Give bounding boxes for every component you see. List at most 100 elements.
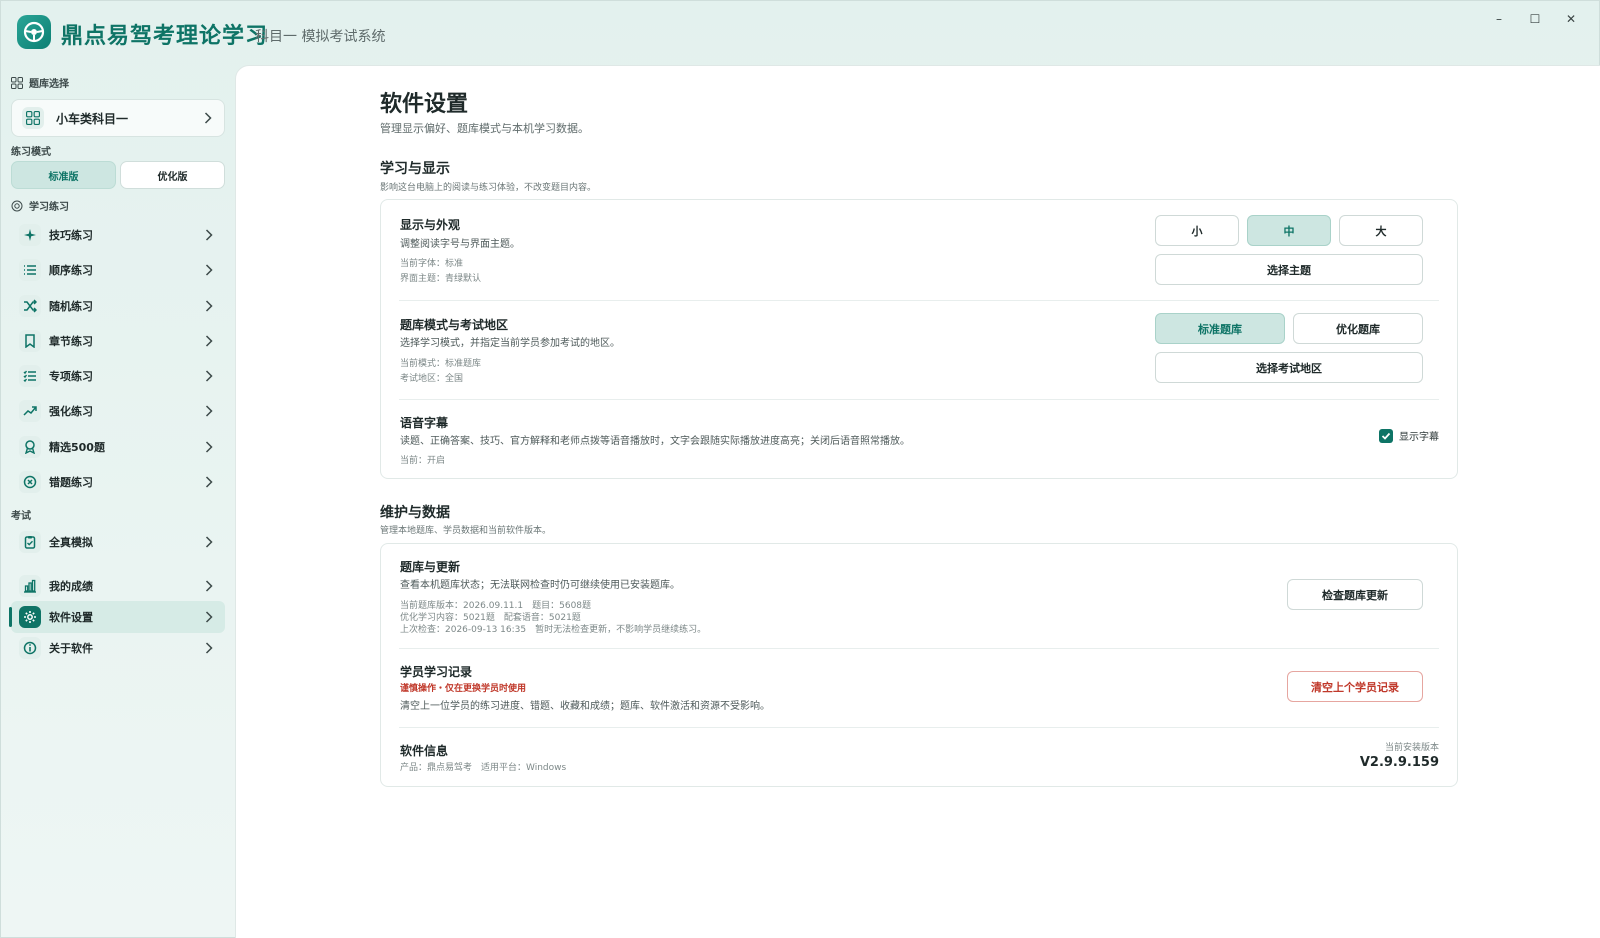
sidebar-item-wrong-practice[interactable]: 错题练习 (11, 466, 225, 498)
chevron-right-icon (205, 441, 213, 453)
bank-mode-exam-region: 考试地区：全国 (400, 374, 464, 384)
sidebar-item-chapter-practice[interactable]: 章节练习 (11, 325, 225, 357)
learning-display-card: 显示与外观 调整阅读字号与界面主题。 当前字体：标准 界面主题：青绿默认 小 中… (380, 199, 1458, 479)
bank-update-description: 查看本机题库状态；无法联网检查时仍可继续使用已安装题库。 (400, 580, 680, 591)
display-current-font: 当前字体：标准 (400, 259, 464, 269)
bank-update-title: 题库与更新 (400, 560, 461, 574)
grid-icon (22, 107, 44, 129)
exam-section-title: 考试 (11, 511, 31, 522)
sidebar-item-my-scores[interactable]: 我的成绩 (11, 570, 225, 602)
sidebar-item-label: 专项练习 (49, 370, 93, 383)
show-subtitles-toggle[interactable]: 显示字幕 (1379, 428, 1439, 443)
sidebar-item-full-mock[interactable]: 全真模拟 (11, 526, 225, 558)
chevron-right-icon (205, 229, 213, 241)
sidebar-item-label: 全真模拟 (49, 536, 93, 549)
sidebar-item-special-practice[interactable]: 专项练习 (11, 360, 225, 392)
chevron-right-icon (205, 476, 213, 488)
section-maintenance-description: 管理本地题库、学员数据和当前软件版本。 (380, 526, 552, 536)
sidebar-item-label: 我的成绩 (49, 580, 93, 593)
sidebar-item-label: 强化练习 (49, 405, 93, 418)
font-size-medium-button[interactable]: 中 (1247, 215, 1331, 246)
section-learning-display-title: 学习与显示 (380, 161, 450, 177)
mode-section-title: 练习模式 (11, 147, 51, 158)
section-learning-display-description: 影响这台电脑上的阅读与练习体验，不改变题目内容。 (380, 183, 597, 193)
sidebar-item-random-practice[interactable]: 随机练习 (11, 290, 225, 322)
award-icon (19, 436, 41, 458)
gear-icon (19, 606, 41, 628)
practice-mode-toggle: 标准版 优化版 (11, 161, 225, 189)
bank-mode-description: 选择学习模式，并指定当前学员参加考试的地区。 (400, 338, 620, 349)
page-title: 软件设置 (380, 92, 469, 117)
sidebar-item-sequential-practice[interactable]: 顺序练习 (11, 254, 225, 286)
sidebar-item-label: 关于软件 (49, 642, 93, 655)
app-window: 鼎点易驾考理论学习 科目一 模拟考试系统 – ☐ ✕ 题库选择 小车类科目一 练… (0, 0, 1600, 938)
target-icon (11, 200, 23, 211)
student-records-description: 清空上一位学员的练习进度、错题、收藏和成绩；题库、软件激活和资源不受影响。 (400, 701, 770, 712)
checkbox-checked-icon[interactable] (1379, 428, 1393, 443)
bank-section-label: 题库选择 (29, 79, 69, 90)
subtitles-current-state: 当前：开启 (400, 456, 446, 466)
bank-mode-title: 题库模式与考试地区 (400, 318, 509, 332)
installed-version-value: V2.9.9.159 (1359, 755, 1439, 770)
installed-version-label: 当前安装版本 (1384, 743, 1439, 753)
sidebar-item-skill-practice[interactable]: 技巧练习 (11, 219, 225, 251)
mode-standard-button[interactable]: 标准版 (11, 161, 116, 189)
sidebar-item-label: 章节练习 (49, 335, 93, 348)
close-button[interactable]: ✕ (1555, 7, 1587, 31)
display-title: 显示与外观 (400, 218, 461, 232)
chevron-right-icon (205, 300, 213, 312)
sidebar-item-selected-500[interactable]: 精选500题 (11, 431, 225, 463)
bank-section-title: 题库选择 (11, 75, 69, 90)
software-info-meta: 产品：鼎点易驾考 适用平台：Windows (400, 763, 567, 773)
main-panel: 软件设置 管理显示偏好、题库模式与本机学习数据。 学习与显示 影响这台电脑上的阅… (235, 65, 1600, 938)
select-exam-region-button[interactable]: 选择考试地区 (1155, 352, 1423, 383)
app-title: 鼎点易驾考理论学习 (61, 24, 269, 49)
sidebar-item-about[interactable]: 关于软件 (11, 632, 225, 664)
row-divider (399, 399, 1439, 400)
trend-up-icon (19, 400, 41, 422)
bank-select[interactable]: 小车类科目一 (11, 99, 225, 137)
chevron-right-icon (205, 580, 213, 592)
minimize-button[interactable]: – (1483, 7, 1515, 31)
sidebar-item-label: 软件设置 (49, 611, 93, 624)
chevron-right-icon (205, 264, 213, 276)
font-size-large-button[interactable]: 大 (1339, 215, 1423, 246)
section-maintenance-title: 维护与数据 (380, 505, 450, 521)
list-icon (19, 259, 41, 281)
sidebar-item-settings[interactable]: 软件设置 (9, 601, 225, 633)
chevron-right-icon (205, 611, 213, 623)
sidebar-item-label: 技巧练习 (49, 229, 93, 242)
sidebar-item-label: 顺序练习 (49, 264, 93, 277)
display-current-theme: 界面主题：青绿默认 (400, 274, 482, 284)
mode-optimized-button[interactable]: 优化版 (120, 161, 225, 189)
select-theme-button[interactable]: 选择主题 (1155, 254, 1423, 285)
maximize-button[interactable]: ☐ (1519, 7, 1551, 31)
sparkle-icon (19, 224, 41, 246)
sidebar-item-label: 精选500题 (49, 441, 105, 454)
bookmark-icon (19, 330, 41, 352)
grid-icon (11, 76, 23, 89)
x-circle-icon (19, 471, 41, 493)
chevron-right-icon (205, 370, 213, 382)
chevron-right-icon (205, 335, 213, 347)
standard-bank-button[interactable]: 标准题库 (1155, 313, 1285, 344)
student-records-warning: 谨慎操作・仅在更换学员时使用 (400, 684, 527, 694)
bank-select-value: 小车类科目一 (56, 111, 129, 126)
subtitles-description: 读题、正确答案、技巧、官方解释和老师点拨等语音播放时，文字会跟随实际播放进度高亮… (400, 436, 910, 447)
chevron-right-icon (205, 536, 213, 548)
display-description: 调整阅读字号与界面主题。 (400, 239, 520, 250)
optimized-bank-button[interactable]: 优化题库 (1293, 313, 1423, 344)
chevron-right-icon (205, 405, 213, 417)
font-size-small-button[interactable]: 小 (1155, 215, 1239, 246)
sidebar-item-label: 错题练习 (49, 476, 93, 489)
student-records-title: 学员学习记录 (400, 665, 473, 679)
clear-student-records-button[interactable]: 清空上个学员记录 (1287, 671, 1423, 702)
practice-section-title: 学习练习 (11, 198, 69, 213)
sidebar-item-intensive-practice[interactable]: 强化练习 (11, 395, 225, 427)
check-bank-update-button[interactable]: 检查题库更新 (1287, 579, 1423, 610)
software-info-title: 软件信息 (400, 744, 449, 758)
row-divider (399, 727, 1439, 728)
row-divider (399, 300, 1439, 301)
maintenance-card: 题库与更新 查看本机题库状态；无法联网检查时仍可继续使用已安装题库。 当前题库版… (380, 543, 1458, 787)
row-divider (399, 648, 1439, 649)
